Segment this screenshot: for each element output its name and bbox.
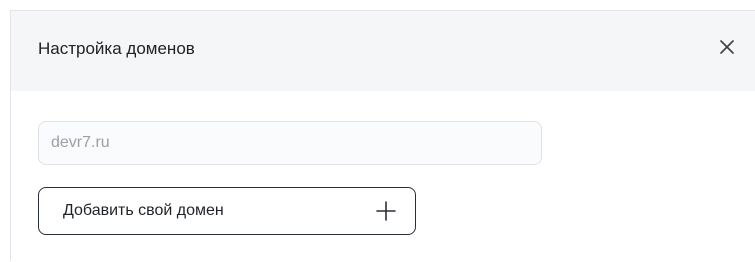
close-button[interactable] [713,35,741,63]
add-domain-label: Добавить свой домен [63,202,224,219]
dialog-body: Добавить свой домен [11,91,755,262]
dialog-title: Настройка доменов [38,39,195,58]
domain-input[interactable] [38,121,542,165]
dialog-header: Настройка доменов [11,11,755,91]
plus-icon [375,200,397,222]
domain-settings-dialog: Настройка доменов Добавить свой домен [10,10,755,261]
add-domain-button[interactable]: Добавить свой домен [38,187,416,235]
close-icon [720,39,734,59]
